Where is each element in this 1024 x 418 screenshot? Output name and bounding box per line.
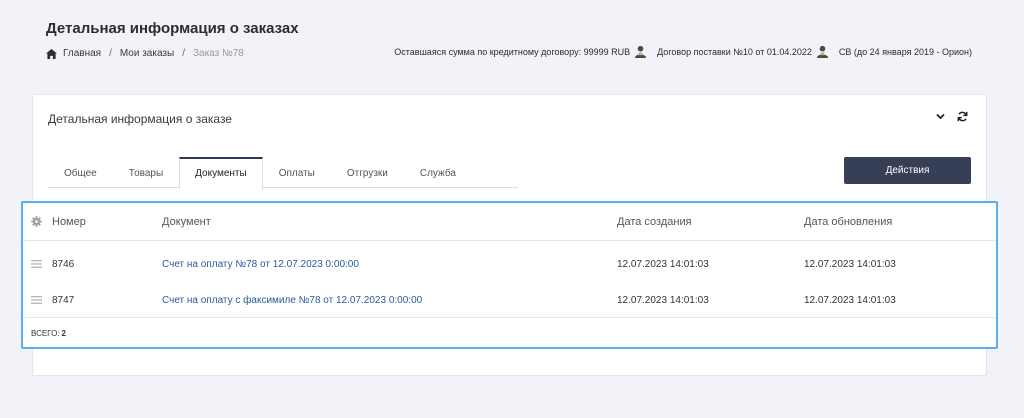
column-header-document[interactable]: Документ bbox=[162, 216, 617, 228]
cell-created: 12.07.2023 14:01:03 bbox=[617, 294, 709, 306]
tab-general[interactable]: Общее bbox=[48, 157, 113, 188]
grid-footer: ВСЕГО: 2 bbox=[23, 317, 996, 349]
user-icon bbox=[635, 45, 647, 58]
tab-payments[interactable]: Оплаты bbox=[263, 157, 331, 188]
document-link[interactable]: Счет на оплату №78 от 12.07.2023 0:00:00 bbox=[162, 259, 617, 270]
tab-shipments[interactable]: Отгрузки bbox=[331, 157, 404, 188]
drag-handle[interactable] bbox=[23, 260, 50, 268]
table-row[interactable]: 8747 Счет на оплату с факсимиле №78 от 1… bbox=[23, 282, 996, 318]
drag-handle[interactable] bbox=[23, 296, 50, 304]
total-label: ВСЕГО: bbox=[31, 329, 60, 338]
user-icon bbox=[816, 45, 828, 58]
breadcrumb-orders[interactable]: Мои заказы bbox=[120, 48, 174, 59]
table-row[interactable]: 8746 Счет на оплату №78 от 12.07.2023 0:… bbox=[23, 246, 996, 282]
tabs: Общее Товары Документы Оплаты Отгрузки С… bbox=[48, 157, 518, 211]
tab-products[interactable]: Товары bbox=[113, 157, 179, 188]
breadcrumb-current: Заказ №78 bbox=[192, 48, 244, 59]
tab-documents[interactable]: Документы bbox=[179, 157, 263, 189]
documents-grid: Номер Документ Дата создания Дата обновл… bbox=[21, 201, 998, 349]
gear-icon[interactable] bbox=[31, 216, 42, 227]
card-title: Детальная информация о заказе bbox=[48, 112, 232, 126]
document-link[interactable]: Счет на оплату с факсимиле №78 от 12.07.… bbox=[162, 295, 617, 306]
company-info: СВ (до 24 января 2019 - Орион) bbox=[838, 46, 972, 57]
column-header-updated[interactable]: Дата обновления bbox=[804, 216, 984, 228]
card-tools bbox=[936, 111, 968, 122]
actions-button[interactable]: Действия bbox=[844, 157, 971, 184]
breadcrumb-separator: / bbox=[109, 48, 112, 59]
grid-header: Номер Документ Дата создания Дата обновл… bbox=[23, 203, 996, 241]
column-header-created[interactable]: Дата создания bbox=[617, 216, 804, 228]
home-icon[interactable] bbox=[46, 48, 57, 59]
column-settings[interactable] bbox=[23, 216, 50, 227]
breadcrumb: Главная / Мои заказы / Заказ №78 bbox=[46, 48, 244, 59]
breadcrumb-separator: / bbox=[182, 48, 185, 59]
total-count: 2 bbox=[61, 329, 66, 338]
cell-number: 8747 bbox=[52, 294, 75, 306]
page-title: Детальная информация о заказах bbox=[46, 20, 299, 37]
tab-support[interactable]: Служба поддержки bbox=[404, 157, 518, 211]
contract-info: Договор поставки №10 от 01.04.2022 bbox=[657, 46, 812, 57]
cell-created: 12.07.2023 14:01:03 bbox=[617, 258, 709, 270]
refresh-icon[interactable] bbox=[957, 111, 968, 122]
chevron-down-icon[interactable] bbox=[936, 113, 945, 120]
account-info-bar: Оставшаяся сумма по кредитному договору:… bbox=[394, 45, 972, 58]
column-header-number[interactable]: Номер bbox=[50, 216, 162, 228]
drag-handle-icon[interactable] bbox=[31, 296, 42, 304]
cell-number: 8746 bbox=[52, 258, 75, 270]
drag-handle-icon[interactable] bbox=[31, 260, 42, 268]
credit-balance: Оставшаяся сумма по кредитному договору:… bbox=[394, 46, 631, 57]
cell-updated: 12.07.2023 14:01:03 bbox=[804, 294, 896, 306]
cell-updated: 12.07.2023 14:01:03 bbox=[804, 258, 896, 270]
breadcrumb-home[interactable]: Главная bbox=[63, 48, 101, 59]
